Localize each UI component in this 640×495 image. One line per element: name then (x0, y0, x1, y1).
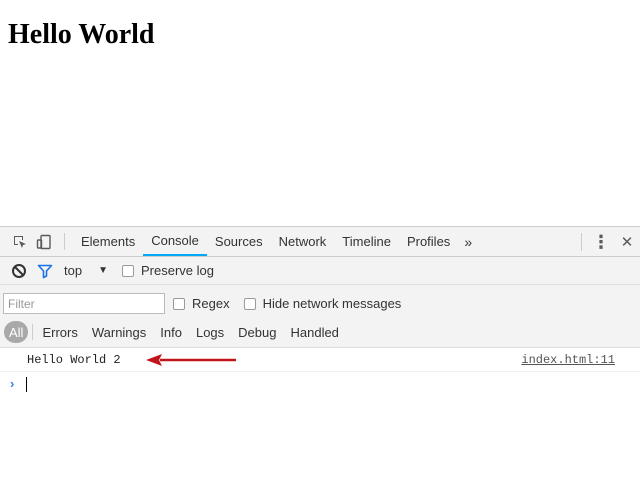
console-messages: Hello World 2 index.html:11 › (0, 348, 640, 396)
tabbar-right-actions: ⋮ ✕ (575, 227, 640, 257)
tab-sources[interactable]: Sources (207, 227, 271, 256)
console-message-text: Hello World 2 (27, 353, 121, 367)
text-caret (26, 377, 27, 392)
close-icon[interactable]: ✕ (614, 227, 640, 257)
level-all[interactable]: All (4, 321, 29, 343)
tab-network[interactable]: Network (271, 227, 335, 256)
tab-timeline[interactable]: Timeline (334, 227, 399, 256)
devtools-tabbar: Elements Console Sources Network Timelin… (0, 227, 640, 257)
log-level-filters: All Errors Warnings Info Logs Debug Hand… (4, 321, 346, 343)
tab-profiles[interactable]: Profiles (399, 227, 458, 256)
annotation-arrow-icon (146, 354, 236, 366)
level-logs[interactable]: Logs (189, 321, 231, 343)
filter-icon[interactable] (34, 260, 56, 282)
level-info[interactable]: Info (153, 321, 189, 343)
console-prompt[interactable]: › (0, 372, 640, 396)
regex-option[interactable]: Regex (173, 296, 230, 311)
level-errors[interactable]: Errors (35, 321, 84, 343)
level-handled[interactable]: Handled (283, 321, 345, 343)
console-message-source-link[interactable]: index.html:11 (521, 353, 615, 367)
more-tabs-icon[interactable]: » (458, 227, 478, 256)
filter-row: Regex Hide network messages (3, 293, 415, 314)
filter-bar: Regex Hide network messages All Errors W… (0, 285, 640, 348)
regex-checkbox[interactable] (173, 297, 185, 310)
level-warnings[interactable]: Warnings (85, 321, 153, 343)
context-selector[interactable]: top ▼ (64, 263, 122, 278)
hide-network-checkbox[interactable] (243, 297, 256, 310)
level-debug[interactable]: Debug (231, 321, 283, 343)
dropdown-arrow-icon: ▼ (98, 265, 108, 276)
hide-network-label: Hide network messages (262, 296, 402, 311)
context-value: top (64, 263, 83, 278)
preserve-log-label: Preserve log (140, 263, 214, 278)
tab-elements[interactable]: Elements (73, 227, 143, 256)
toolbar-divider (581, 233, 582, 251)
device-toggle-icon[interactable] (32, 227, 56, 256)
clear-console-icon[interactable] (8, 260, 30, 282)
console-message: Hello World 2 index.html:11 (0, 348, 640, 372)
toolbar-divider (64, 233, 65, 250)
level-divider (32, 324, 34, 340)
tab-console[interactable]: Console (143, 227, 207, 256)
kebab-menu-icon[interactable]: ⋮ (588, 227, 614, 257)
regex-label: Regex (192, 296, 230, 311)
filter-input[interactable] (3, 293, 165, 314)
preserve-log-option[interactable]: Preserve log (121, 263, 214, 278)
hide-network-option[interactable]: Hide network messages (243, 296, 402, 311)
prompt-chevron-icon: › (10, 376, 15, 391)
preserve-log-checkbox[interactable] (121, 264, 134, 277)
console-toolbar: top ▼ Preserve log (0, 257, 640, 285)
page-title: Hello World (8, 19, 155, 50)
inspect-element-icon[interactable] (8, 227, 32, 256)
devtools-panel: Elements Console Sources Network Timelin… (0, 226, 640, 495)
